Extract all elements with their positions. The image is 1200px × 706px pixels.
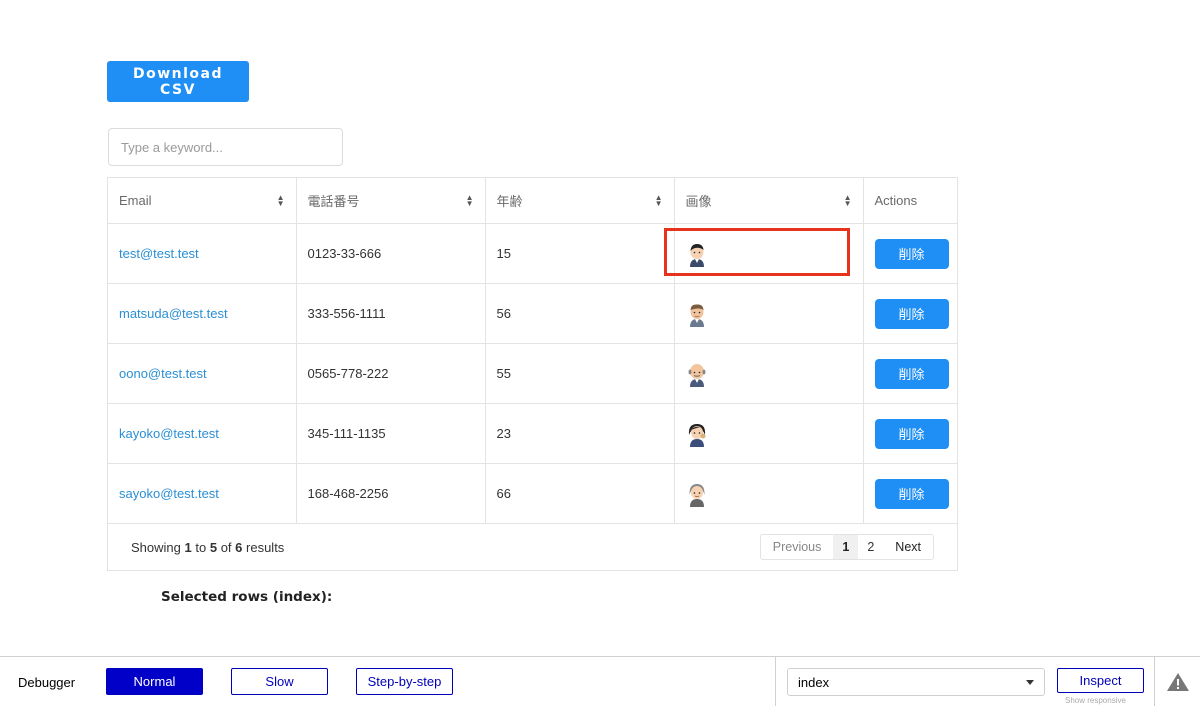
warning-icon[interactable]: [1166, 672, 1190, 692]
delete-button[interactable]: 削除: [874, 298, 949, 329]
summary-to-word: to: [195, 539, 207, 555]
email-link[interactable]: sayoko@test.test: [119, 486, 219, 501]
sort-icon[interactable]: ▲ ▼: [844, 193, 852, 207]
header-email[interactable]: Email ▲ ▼: [108, 178, 297, 224]
table-row: kayoko@test.test 345-111-1135 23 削除: [108, 403, 957, 464]
table-row: test@test.test 0123-33-666 15 削除: [108, 223, 957, 284]
delete-button[interactable]: 削除: [874, 478, 949, 509]
age-cell: 55: [484, 343, 675, 404]
next-page-button[interactable]: Next: [883, 535, 933, 559]
summary-prefix: Showing: [131, 539, 181, 555]
phone-cell: 0565-778-222: [295, 343, 486, 404]
inspect-button[interactable]: Inspect: [1057, 668, 1144, 693]
header-image-label: 画像: [685, 194, 712, 209]
results-summary: Showing 1 to 5 of 6 results: [131, 540, 284, 555]
mode-step-button[interactable]: Step-by-step: [356, 668, 453, 695]
header-age[interactable]: 年齢 ▲ ▼: [484, 178, 675, 224]
previous-page-button[interactable]: Previous: [761, 535, 834, 559]
table-row: oono@test.test 0565-778-222 55 削除: [108, 343, 957, 404]
summary-suffix: results: [246, 539, 285, 555]
email-link[interactable]: matsuda@test.test: [119, 306, 228, 321]
sort-icon[interactable]: ▲ ▼: [466, 193, 474, 207]
email-link[interactable]: test@test.test: [119, 246, 199, 261]
selected-rows-label: Selected rows (index):: [161, 589, 333, 605]
table-footer: Showing 1 to 5 of 6 results Previous 1 2…: [108, 523, 957, 571]
debugger-bar: Debugger Normal Slow Step-by-step index …: [0, 656, 1200, 706]
debugger-label: Debugger: [18, 675, 76, 690]
phone-cell: 0123-33-666: [295, 223, 486, 284]
middle-aged-man-icon: [689, 303, 704, 327]
inspect-select[interactable]: index: [787, 668, 1045, 696]
show-responsive-link[interactable]: Show responsive: [1065, 696, 1126, 705]
bald-man-icon: [688, 363, 705, 387]
download-csv-button[interactable]: Download CSV: [107, 61, 249, 102]
inspect-select-value: index: [798, 674, 830, 690]
delete-button[interactable]: 削除: [874, 358, 949, 389]
table-row: matsuda@test.test 333-556-1111 56 削除: [108, 283, 957, 344]
header-actions: Actions: [862, 178, 957, 224]
header-phone[interactable]: 電話番号 ▲ ▼: [295, 178, 486, 224]
data-table: Email ▲ ▼ 電話番号 ▲ ▼ 年齢 ▲ ▼ 画像 ▲ ▼ Actions test@te…: [107, 177, 958, 571]
woman-icon: [688, 423, 705, 447]
phone-cell: 345-111-1135: [295, 403, 486, 464]
pagination: Previous 1 2 Next: [759, 534, 934, 560]
summary-of-word: of: [220, 539, 232, 555]
summary-to: 5: [209, 539, 218, 555]
email-link[interactable]: kayoko@test.test: [119, 426, 219, 441]
man-icon: [689, 243, 704, 267]
table-row: sayoko@test.test 168-468-2256 66 削除: [108, 463, 957, 524]
sort-icon[interactable]: ▲ ▼: [277, 193, 285, 207]
header-image[interactable]: 画像 ▲ ▼: [673, 178, 864, 224]
phone-cell: 168-468-2256: [295, 463, 486, 524]
page-button-2[interactable]: 2: [858, 535, 883, 559]
header-phone-label: 電話番号: [307, 194, 360, 209]
search-input[interactable]: [108, 128, 343, 166]
age-cell: 23: [484, 403, 675, 464]
image-cell: [673, 283, 864, 344]
divider: [775, 657, 776, 706]
image-cell: [673, 343, 864, 404]
delete-button[interactable]: 削除: [874, 418, 949, 449]
image-cell: [673, 463, 864, 524]
summary-from: 1: [184, 539, 192, 555]
age-cell: 56: [484, 283, 675, 344]
age-cell: 15: [484, 223, 675, 284]
mode-normal-button[interactable]: Normal: [106, 668, 203, 695]
header-email-label: Email: [119, 193, 152, 208]
header-actions-label: Actions: [874, 193, 918, 208]
divider: [1154, 657, 1155, 706]
image-cell: [673, 403, 864, 464]
chevron-down-icon: [1026, 679, 1034, 685]
sort-icon[interactable]: ▲ ▼: [655, 193, 663, 207]
header-age-label: 年齢: [496, 194, 523, 209]
phone-cell: 333-556-1111: [295, 283, 486, 344]
summary-total: 6: [235, 539, 243, 555]
elderly-woman-icon: [688, 483, 705, 507]
email-link[interactable]: oono@test.test: [119, 366, 207, 381]
table-header-row: Email ▲ ▼ 電話番号 ▲ ▼ 年齢 ▲ ▼ 画像 ▲ ▼ Actions: [108, 178, 957, 224]
image-cell: [673, 223, 864, 284]
page-button-1[interactable]: 1: [833, 535, 859, 559]
delete-button[interactable]: 削除: [874, 238, 949, 269]
mode-slow-button[interactable]: Slow: [231, 668, 328, 695]
age-cell: 66: [484, 463, 675, 524]
